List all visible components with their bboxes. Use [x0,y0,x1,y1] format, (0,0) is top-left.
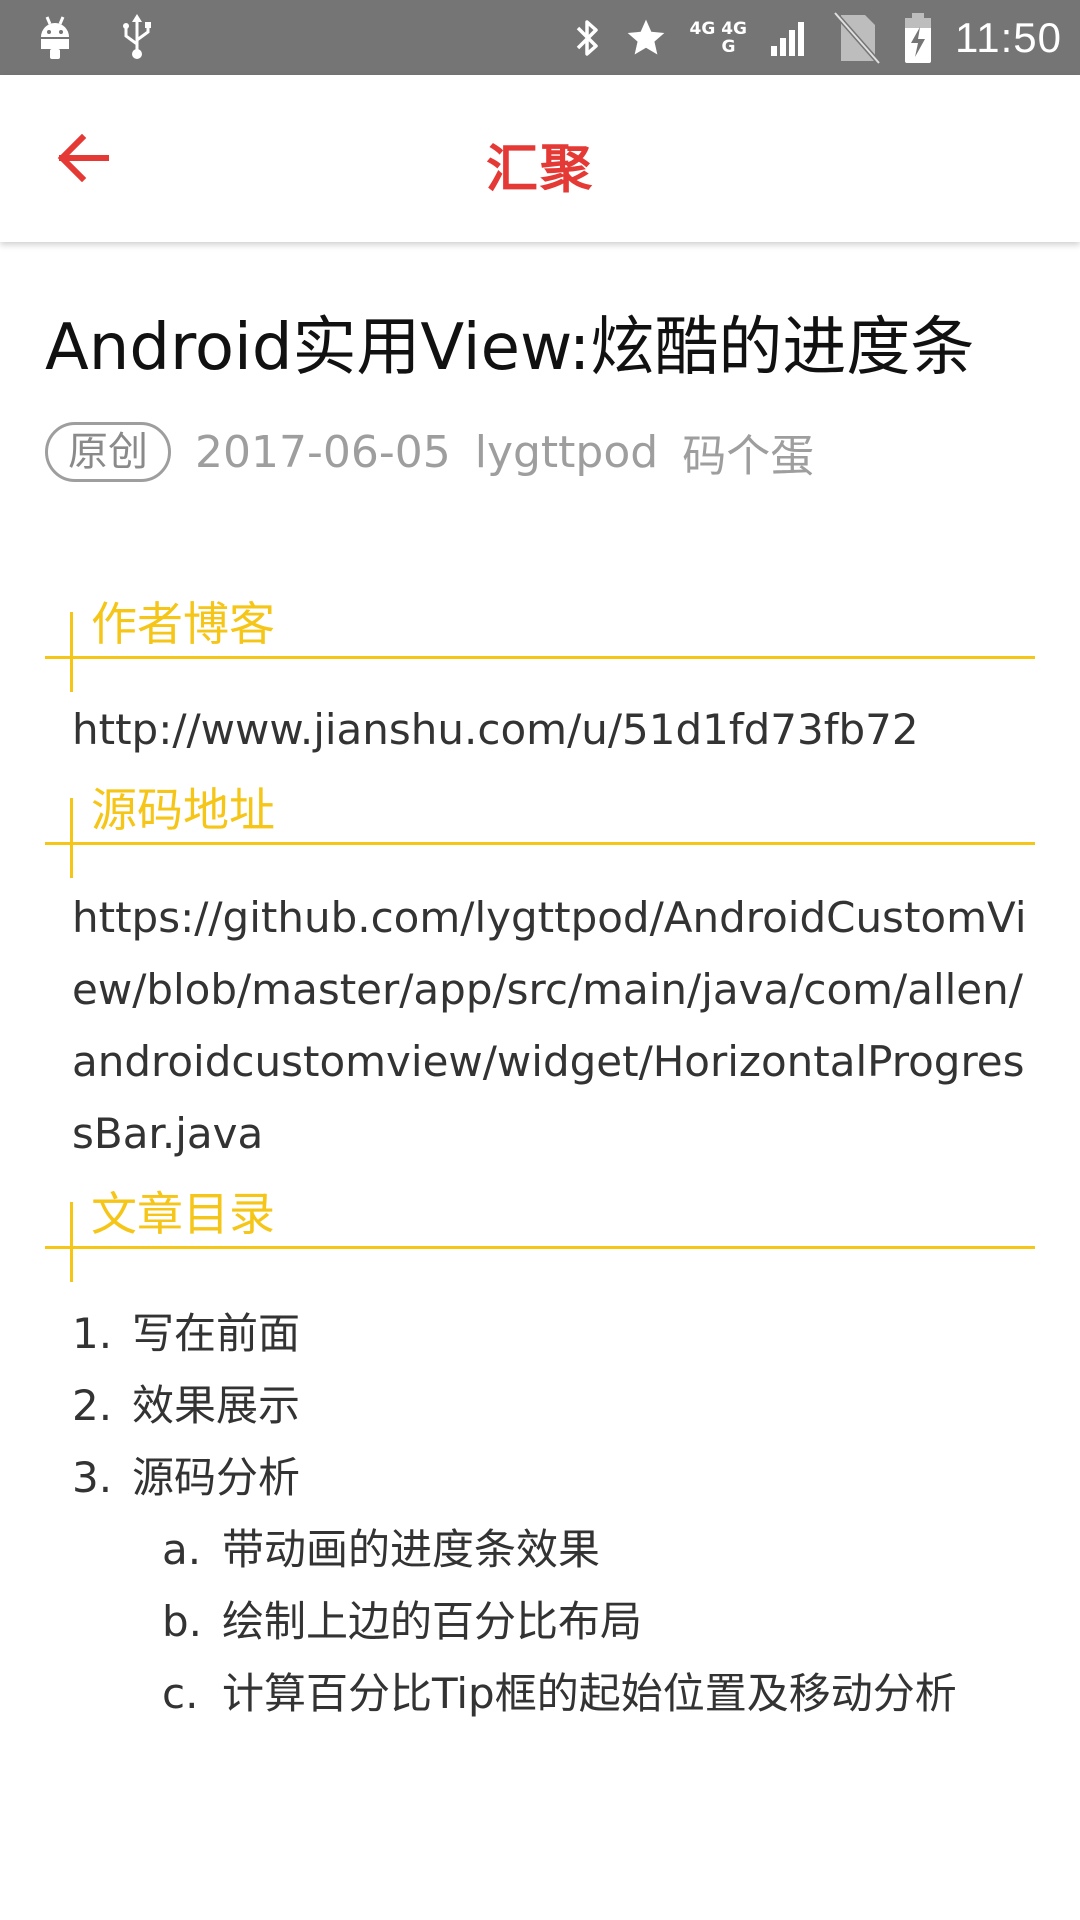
article: Android实用View:炫酷的进度条 原创 2017-06-05 lygtt… [45,300,1035,1730]
toc-subitem: a. 带动画的进度条效果 [162,1514,1035,1586]
status-bar: 4G 4G G 11:50 [0,0,1080,75]
toc-item-label: 源码分析 [132,1453,301,1502]
section-toc: 文章目录 1. 写在前面 2. 效果展示 3. 源码分析 a. 带动画的进度条效果 b.… [45,1174,1035,1730]
toc-item-number: 2. [72,1381,113,1430]
toc-subitem: c. 计算百分比Tip框的起始位置及移动分析 [162,1658,1035,1730]
section-header: 文章目录 [45,1174,1035,1284]
clock: 11:50 [955,14,1062,61]
toc-subitem-letter: a. [162,1525,202,1574]
toc-item-number: 1. [72,1309,113,1358]
usb-icon [120,14,154,60]
article-title: Android实用View:炫酷的进度条 [45,311,975,385]
app-bar: 汇聚 [0,75,1080,242]
bluetooth-icon [572,16,602,60]
section-divider [45,656,1035,659]
section-header: 源码地址 [45,770,1035,880]
no-sim-icon [831,11,881,65]
network-4g-icon: 4G 4G G [690,20,747,56]
section-marker [70,612,73,692]
signal-icon [769,18,809,58]
toc-subitem-label: 计算百分比Tip框的起始位置及移动分析 [222,1669,957,1718]
toc-item-number: 3. [72,1453,113,1502]
toc-subitem-letter: b. [162,1597,203,1646]
app-bar-title: 汇聚 [485,140,594,200]
article-date: 2017-06-05 [195,426,451,478]
section-source: 源码地址 https://github.com/lygttpod/Android… [45,770,1035,1170]
article-author[interactable]: lygttpod [475,427,658,478]
article-meta: 原创 2017-06-05 lygttpod 码个蛋 [45,420,1035,484]
section-blog: 作者博客 http://www.jianshu.com/u/51d1fd73fb… [45,584,1035,766]
source-link[interactable]: https://github.com/lygttpod/AndroidCusto… [45,880,1035,1170]
network-top-label: 4G 4G [689,19,747,39]
toc-subitem-label: 带动画的进度条效果 [222,1525,601,1574]
toc-subitem-label: 绘制上边的百分比布局 [222,1597,643,1646]
section-title-blog: 作者博客 [91,597,275,651]
toc-subitem-letter: c. [162,1669,199,1718]
section-title-source: 源码地址 [91,783,275,837]
section-header: 作者博客 [45,584,1035,694]
toc-item: 1. 写在前面 [72,1298,1035,1370]
network-bottom-label: G [721,37,736,57]
star-icon [624,16,668,60]
section-marker [70,798,73,878]
original-badge: 原创 [45,422,171,482]
toc-item: 3. 源码分析 [72,1442,1035,1514]
toc-item: 2. 效果展示 [72,1370,1035,1442]
article-source[interactable]: 码个蛋 [682,420,814,484]
section-divider [45,1246,1035,1249]
toc-list: 1. 写在前面 2. 效果展示 3. 源码分析 [72,1298,1035,1514]
android-debug-icon [38,15,72,59]
toc-body: 1. 写在前面 2. 效果展示 3. 源码分析 a. 带动画的进度条效果 b. 绘制上边的… [45,1284,1035,1730]
toc-subitem: b. 绘制上边的百分比布局 [162,1586,1035,1658]
section-marker [70,1202,73,1282]
toc-item-label: 效果展示 [132,1381,301,1430]
toc-sublist: a. 带动画的进度条效果 b. 绘制上边的百分比布局 c. 计算百分比Tip框的起始位… [72,1514,1035,1730]
battery-charging-icon [903,11,933,65]
toc-item-label: 写在前面 [132,1309,301,1358]
section-divider [45,842,1035,845]
section-title-toc: 文章目录 [91,1187,275,1241]
blog-link[interactable]: http://www.jianshu.com/u/51d1fd73fb72 [45,694,1035,766]
